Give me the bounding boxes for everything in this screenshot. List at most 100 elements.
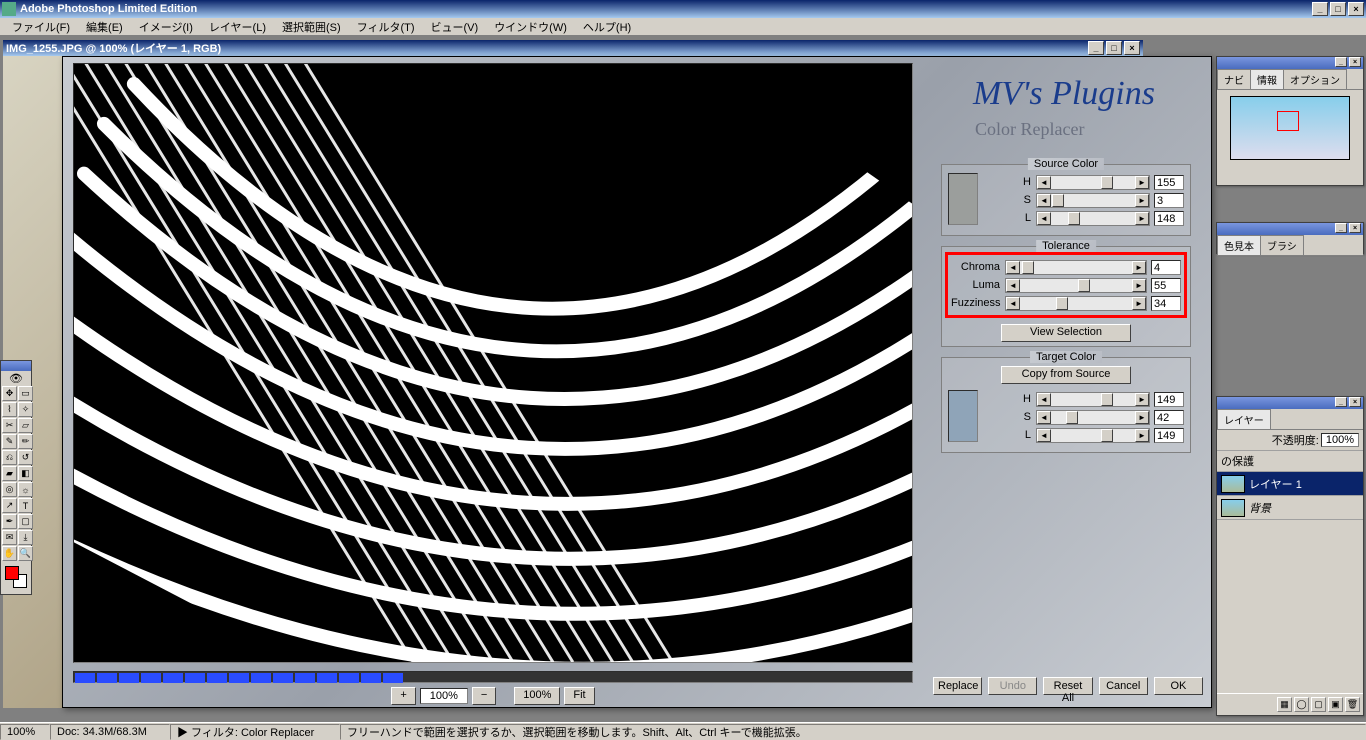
fuzziness-slider[interactable]: ◄► bbox=[1005, 296, 1147, 311]
zoom-value[interactable]: 100% bbox=[420, 688, 468, 704]
ok-button[interactable]: OK bbox=[1154, 677, 1203, 695]
layers-close-button[interactable]: × bbox=[1349, 397, 1361, 407]
progress-bar bbox=[73, 671, 913, 683]
path-tool[interactable]: ↗ bbox=[2, 498, 17, 513]
doc-close-button[interactable]: × bbox=[1124, 41, 1140, 55]
layers-min-button[interactable]: _ bbox=[1335, 397, 1347, 407]
maximize-button[interactable]: □ bbox=[1330, 2, 1346, 16]
eraser-tool[interactable]: ▰ bbox=[2, 466, 17, 481]
target-s-slider[interactable]: ◄► bbox=[1036, 410, 1150, 425]
crop-tool[interactable]: ✂ bbox=[2, 418, 17, 433]
luma-slider[interactable]: ◄► bbox=[1005, 278, 1147, 293]
menu-select[interactable]: 選択範囲(S) bbox=[274, 17, 349, 37]
layers-folder-icon[interactable]: ▢ bbox=[1311, 697, 1326, 712]
layers-trash-icon[interactable]: 🗑 bbox=[1345, 697, 1360, 712]
doc-minimize-button[interactable]: _ bbox=[1088, 41, 1104, 55]
swatch-close-button[interactable]: × bbox=[1349, 223, 1361, 233]
chroma-slider[interactable]: ◄► bbox=[1005, 260, 1147, 275]
slice-tool[interactable]: ▱ bbox=[18, 418, 33, 433]
source-h-slider[interactable]: ◄► bbox=[1036, 175, 1150, 190]
brush-tool[interactable]: ✎ bbox=[2, 434, 17, 449]
move-tool[interactable]: ✥ bbox=[2, 386, 17, 401]
navigator-viewport-rect[interactable] bbox=[1277, 111, 1299, 131]
navigator-thumb[interactable] bbox=[1230, 96, 1350, 160]
history-brush-tool[interactable]: ↺ bbox=[18, 450, 33, 465]
cancel-button[interactable]: Cancel bbox=[1099, 677, 1148, 695]
gradient-tool[interactable]: ◧ bbox=[18, 466, 33, 481]
marquee-tool[interactable]: ▭ bbox=[18, 386, 33, 401]
tab-info[interactable]: 情報 bbox=[1250, 69, 1284, 89]
source-s-slider[interactable]: ◄► bbox=[1036, 193, 1150, 208]
zoom-out-button[interactable]: − bbox=[472, 687, 496, 705]
source-color-swatch[interactable] bbox=[948, 173, 978, 225]
zoom-100-button[interactable]: 100% bbox=[514, 687, 560, 705]
pencil-tool[interactable]: ✏ bbox=[18, 434, 33, 449]
swatches-panel: _× 色見本 ブラシ bbox=[1216, 222, 1364, 254]
layers-mask-icon[interactable]: ◯ bbox=[1294, 697, 1309, 712]
layers-newlayer-icon[interactable]: ▣ bbox=[1328, 697, 1343, 712]
target-color-swatch[interactable] bbox=[948, 390, 978, 442]
undo-button[interactable]: Undo bbox=[988, 677, 1037, 695]
reset-all-button[interactable]: Reset All bbox=[1043, 677, 1092, 695]
pen-tool[interactable]: ✒ bbox=[2, 514, 17, 529]
dodge-tool[interactable]: ☼ bbox=[18, 482, 33, 497]
eyedropper-tool[interactable]: ⤓ bbox=[18, 530, 33, 545]
app-title: Adobe Photoshop Limited Edition bbox=[20, 3, 197, 15]
source-l-slider[interactable]: ◄► bbox=[1036, 211, 1150, 226]
nav-close-button[interactable]: × bbox=[1349, 57, 1361, 67]
minimize-button[interactable]: _ bbox=[1312, 2, 1328, 16]
source-s-value[interactable]: 3 bbox=[1154, 193, 1184, 208]
layers-new-icon[interactable]: ▦ bbox=[1277, 697, 1292, 712]
hand-tool[interactable]: ✋ bbox=[2, 546, 17, 561]
stamp-tool[interactable]: ⎌ bbox=[2, 450, 17, 465]
menu-window[interactable]: ウインドウ(W) bbox=[486, 17, 575, 37]
layer-row-1[interactable]: レイヤー 1 bbox=[1217, 472, 1363, 496]
menu-image[interactable]: イメージ(I) bbox=[131, 17, 201, 37]
tab-navigator[interactable]: ナビ bbox=[1217, 69, 1251, 89]
source-l-value[interactable]: 148 bbox=[1154, 211, 1184, 226]
view-selection-button[interactable]: View Selection bbox=[1001, 324, 1131, 342]
menu-view[interactable]: ビュー(V) bbox=[423, 17, 487, 37]
menu-file[interactable]: ファイル(F) bbox=[4, 17, 78, 37]
swatch-min-button[interactable]: _ bbox=[1335, 223, 1347, 233]
replace-button[interactable]: Replace bbox=[933, 677, 982, 695]
target-h-slider[interactable]: ◄► bbox=[1036, 392, 1150, 407]
zoom-in-button[interactable]: + bbox=[391, 687, 415, 705]
copy-from-source-button[interactable]: Copy from Source bbox=[1001, 366, 1131, 384]
luma-value[interactable]: 55 bbox=[1151, 278, 1181, 293]
zoom-tool[interactable]: 🔍 bbox=[18, 546, 33, 561]
fuzziness-value[interactable]: 34 bbox=[1151, 296, 1181, 311]
tab-swatches[interactable]: 色見本 bbox=[1217, 235, 1261, 255]
lock-label: の保護 bbox=[1217, 451, 1363, 472]
tab-brushes[interactable]: ブラシ bbox=[1260, 235, 1304, 255]
target-s-value[interactable]: 42 bbox=[1154, 410, 1184, 425]
notes-tool[interactable]: ✉ bbox=[2, 530, 17, 545]
app-titlebar: Adobe Photoshop Limited Edition _ □ × bbox=[0, 0, 1366, 18]
close-button[interactable]: × bbox=[1348, 2, 1364, 16]
blur-tool[interactable]: ◎ bbox=[2, 482, 17, 497]
lasso-tool[interactable]: ⌇ bbox=[2, 402, 17, 417]
target-l-slider[interactable]: ◄► bbox=[1036, 428, 1150, 443]
source-h-value[interactable]: 155 bbox=[1154, 175, 1184, 190]
shape-tool[interactable]: ▢ bbox=[18, 514, 33, 529]
tab-layers[interactable]: レイヤー bbox=[1217, 409, 1271, 429]
nav-min-button[interactable]: _ bbox=[1335, 57, 1347, 67]
menu-filter[interactable]: フィルタ(T) bbox=[349, 17, 423, 37]
preview-area[interactable] bbox=[73, 63, 913, 663]
doc-maximize-button[interactable]: □ bbox=[1106, 41, 1122, 55]
target-h-value[interactable]: 149 bbox=[1154, 392, 1184, 407]
wand-tool[interactable]: ✧ bbox=[18, 402, 33, 417]
color-picker[interactable] bbox=[3, 564, 29, 592]
zoom-fit-button[interactable]: Fit bbox=[564, 687, 594, 705]
tab-options[interactable]: オプション bbox=[1283, 69, 1347, 89]
chroma-value[interactable]: 4 bbox=[1151, 260, 1181, 275]
target-l-value[interactable]: 149 bbox=[1154, 428, 1184, 443]
status-zoom[interactable]: 100% bbox=[0, 724, 50, 740]
opacity-value[interactable]: 100% bbox=[1321, 433, 1359, 447]
menu-edit[interactable]: 編集(E) bbox=[78, 17, 131, 37]
menu-help[interactable]: ヘルプ(H) bbox=[575, 17, 639, 37]
layer-row-background[interactable]: 背景 bbox=[1217, 496, 1363, 520]
menu-layer[interactable]: レイヤー(L) bbox=[201, 17, 274, 37]
foreground-color[interactable] bbox=[5, 566, 19, 580]
type-tool[interactable]: T bbox=[18, 498, 33, 513]
